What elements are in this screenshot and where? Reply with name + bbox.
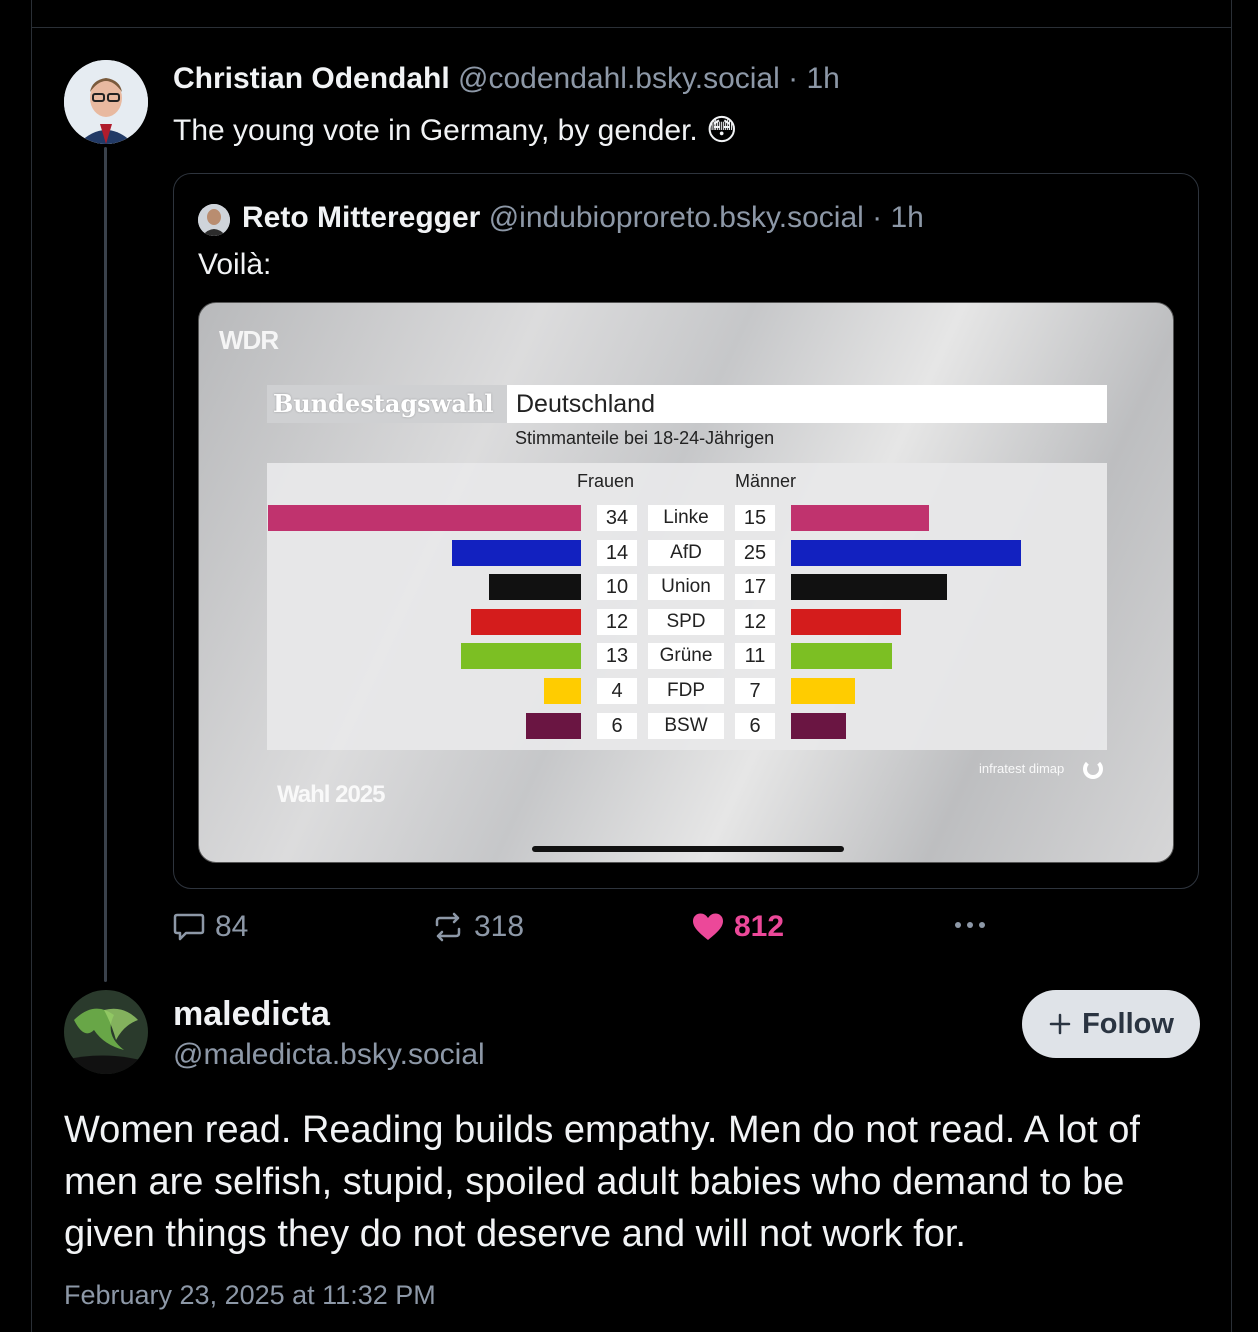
- category-label-afd: AfD: [648, 540, 724, 566]
- quote-avatar-image: [198, 204, 230, 236]
- bar-frauen-union: [489, 574, 581, 600]
- category-label-fdp: FDP: [648, 678, 724, 704]
- aurora-avatar-image: [64, 990, 148, 1074]
- bar-maenner-afd: [791, 540, 1021, 566]
- embedded-image[interactable]: WDR Bundestagswahl Deutschland Stimmante…: [198, 302, 1174, 863]
- bar-maenner-spd: [791, 609, 902, 635]
- category-label-spd: SPD: [648, 609, 724, 635]
- category-label-bsw: BSW: [648, 713, 724, 739]
- reply-count: 84: [215, 910, 249, 943]
- value-frauen-linke: 34: [597, 505, 637, 531]
- quote-avatar: [198, 204, 230, 236]
- chart-subtitle: Stimmanteile bei 18-24-Jährigen: [515, 428, 775, 448]
- bar-frauen-bsw: [525, 713, 581, 739]
- bar-frauen-linke: [268, 505, 581, 531]
- bar-frauen-spd: [470, 609, 581, 635]
- heart-icon: [693, 913, 723, 940]
- chart-title: Deutschland: [507, 385, 1107, 423]
- bar-frauen-fdp: [544, 678, 581, 704]
- repost-icon: [435, 912, 461, 942]
- value-maenner-bsw: 6: [735, 713, 775, 739]
- value-maenner-grne: 11: [735, 643, 775, 669]
- author-handle-time[interactable]: @codendahl.bsky.social · 1h: [458, 62, 840, 95]
- video-scrubber[interactable]: [532, 846, 844, 852]
- repost-count: 318: [474, 910, 525, 943]
- bar-maenner-fdp: [791, 678, 856, 704]
- category-label-grne: Grüne: [648, 643, 724, 669]
- bar-maenner-linke: [791, 505, 929, 531]
- bar-maenner-grne: [791, 643, 893, 669]
- bar-frauen-afd: [452, 540, 581, 566]
- author-name[interactable]: maledicta: [173, 995, 330, 1034]
- more-icon: [955, 922, 985, 928]
- avatar[interactable]: [64, 60, 148, 144]
- reply-action[interactable]: 84: [173, 910, 248, 944]
- quote-author-name: Reto Mitteregger: [242, 201, 481, 234]
- wahl-2025-logo: Wahl 2025: [277, 781, 385, 808]
- chart-header-left: Bundestagswahl: [267, 385, 507, 423]
- post-timestamp[interactable]: February 23, 2025 at 11:32 PM: [64, 1280, 436, 1311]
- quote-author-handle-time: @indubioproreto.bsky.social · 1h: [488, 201, 924, 234]
- bar-maenner-union: [791, 574, 948, 600]
- legend-maenner: Männer: [735, 471, 797, 491]
- value-maenner-union: 17: [735, 574, 775, 600]
- value-maenner-spd: 12: [735, 609, 775, 635]
- follow-label: Follow: [1082, 1007, 1174, 1040]
- post-header: Christian Odendahl @codendahl.bsky.socia…: [173, 62, 840, 96]
- source-icon: [1083, 759, 1103, 779]
- avatar-image: [64, 60, 148, 144]
- bar-frauen-grne: [461, 643, 581, 669]
- divider: [31, 27, 1232, 28]
- value-frauen-fdp: 4: [597, 678, 637, 704]
- like-count: 812: [734, 910, 785, 943]
- reply-icon: [173, 913, 205, 941]
- value-maenner-fdp: 7: [735, 678, 775, 704]
- source-label: infratest dimap: [979, 761, 1065, 776]
- wdr-logo: WDR: [219, 325, 279, 355]
- thread-line: [104, 147, 107, 982]
- category-label-linke: Linke: [648, 505, 724, 531]
- plus-icon: [1049, 1013, 1071, 1035]
- more-options-button[interactable]: [952, 910, 988, 940]
- quote-header: Reto Mitteregger @indubioproreto.bsky.so…: [242, 201, 924, 235]
- post-text: The young vote in Germany, by gender. 😳: [173, 114, 738, 147]
- value-frauen-spd: 12: [597, 609, 637, 635]
- value-frauen-afd: 14: [597, 540, 637, 566]
- value-frauen-union: 10: [597, 574, 637, 600]
- follow-button[interactable]: Follow: [1022, 990, 1200, 1058]
- quote-text: Voilà:: [198, 248, 272, 281]
- bar-maenner-bsw: [791, 713, 847, 739]
- legend-frauen: Frauen: [577, 471, 635, 491]
- avatar[interactable]: [64, 990, 148, 1074]
- category-label-union: Union: [648, 574, 724, 600]
- author-handle[interactable]: @maledicta.bsky.social: [173, 1038, 485, 1072]
- value-maenner-linke: 15: [735, 505, 775, 531]
- value-frauen-grne: 13: [597, 643, 637, 669]
- value-frauen-bsw: 6: [597, 713, 637, 739]
- author-name[interactable]: Christian Odendahl: [173, 62, 450, 95]
- post-text: Women read. Reading builds empathy. Men …: [64, 1109, 1140, 1255]
- repost-action[interactable]: 318: [432, 910, 524, 944]
- like-action[interactable]: 812: [692, 910, 784, 944]
- value-maenner-afd: 25: [735, 540, 775, 566]
